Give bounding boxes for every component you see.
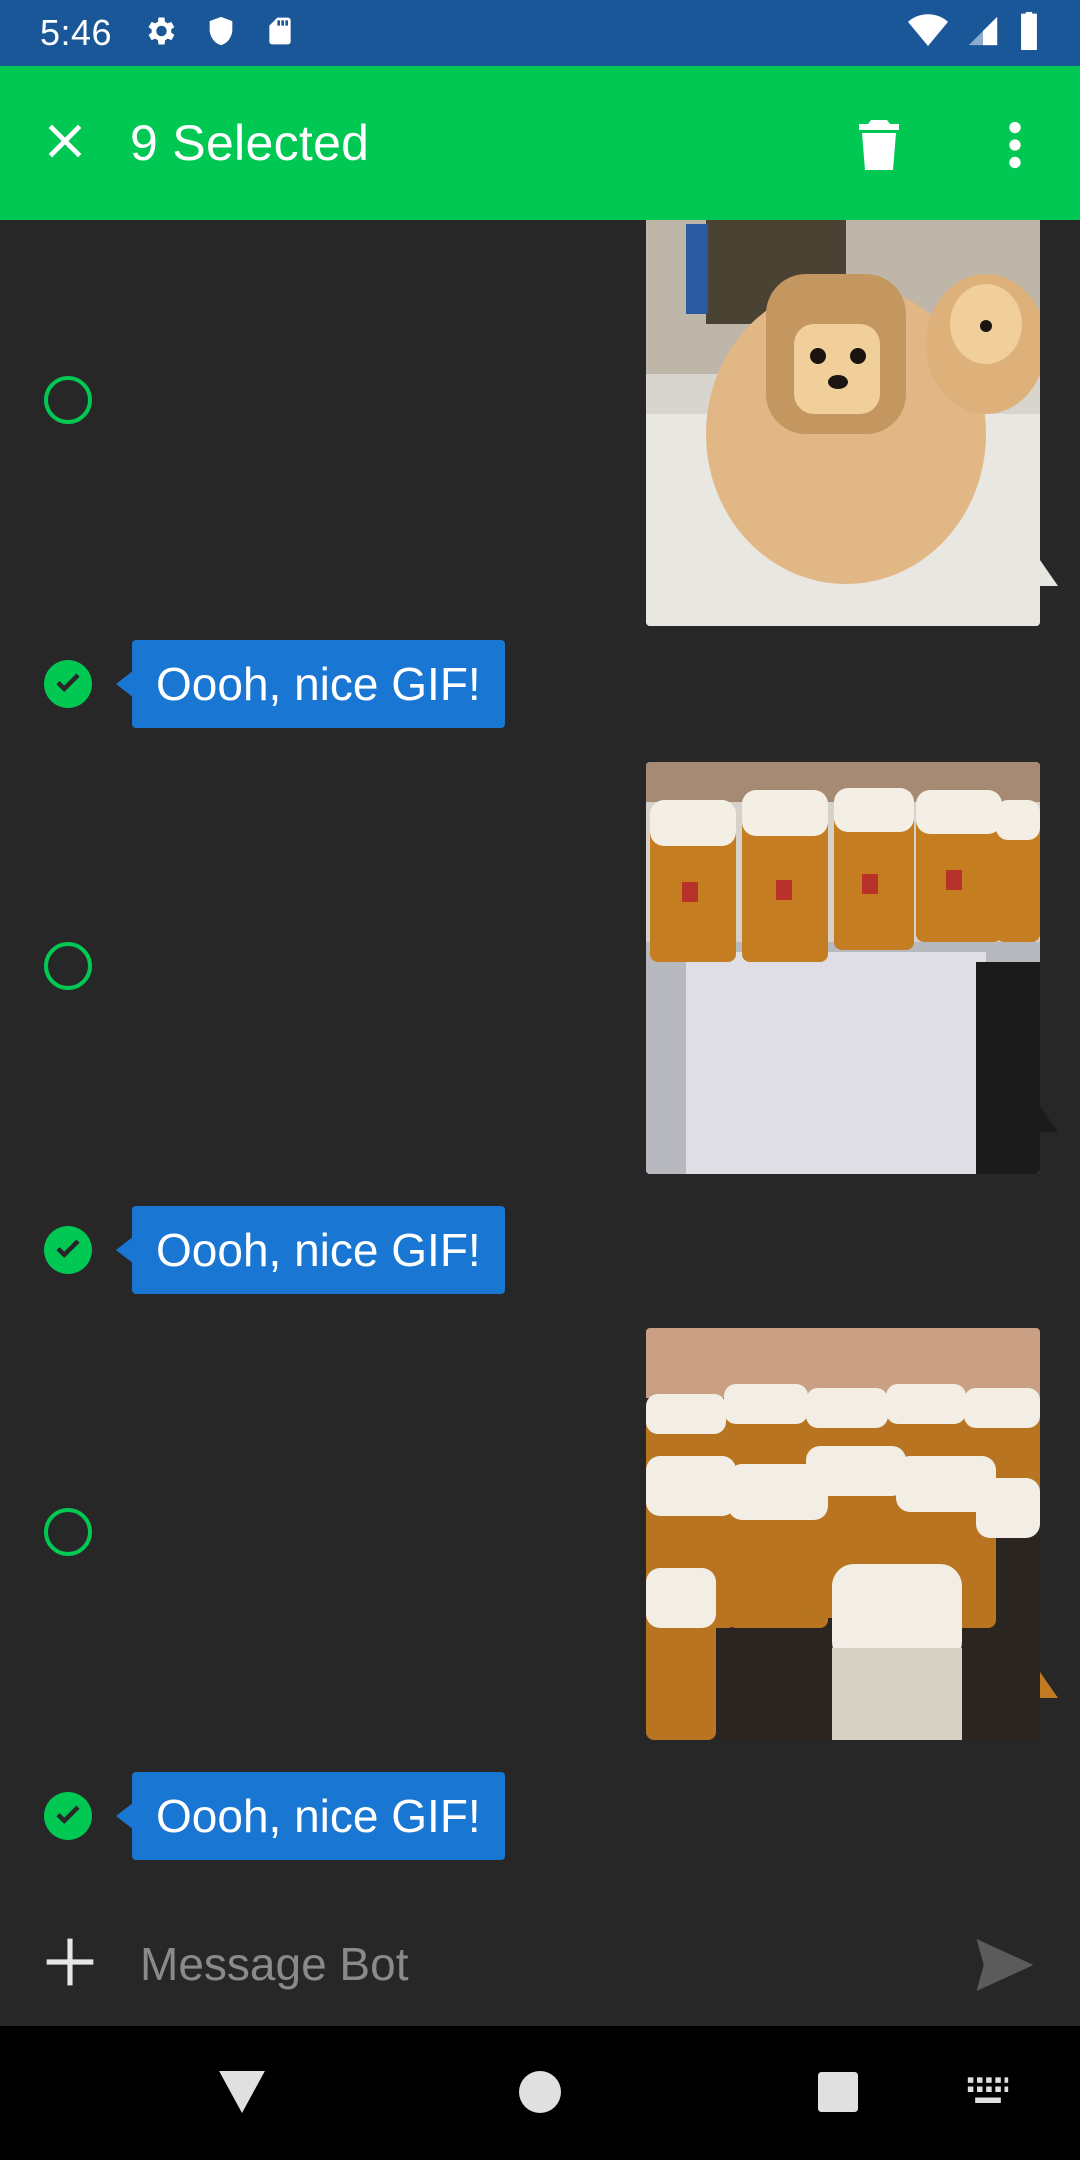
check-icon [53, 1799, 83, 1834]
status-right-icons [908, 11, 1040, 55]
gif-image-beer-tray [646, 1328, 1040, 1740]
shield-icon [204, 13, 238, 54]
gif-message-beer-waitress[interactable] [646, 762, 1040, 1174]
status-time: 5:46 [40, 12, 113, 53]
recents-button[interactable] [806, 2062, 870, 2126]
close-icon [43, 119, 87, 168]
status-left-icons [142, 13, 296, 54]
recents-icon [818, 2071, 858, 2117]
text-message-bubble[interactable]: Oooh, nice GIF! [132, 1772, 505, 1860]
selection-count-title: 9 Selected [130, 115, 370, 171]
gear-icon [142, 13, 178, 54]
message-text: Oooh, nice GIF! [156, 1224, 481, 1276]
gif-image-dog [646, 220, 1040, 626]
status-bar: 5:46 [0, 0, 1080, 66]
select-toggle-checked[interactable] [44, 1226, 92, 1274]
text-message-bubble[interactable]: Oooh, nice GIF! [132, 640, 505, 728]
plus-icon [42, 1934, 98, 1995]
more-options-button[interactable] [980, 112, 1050, 182]
select-toggle-unchecked[interactable] [44, 376, 92, 424]
check-icon [53, 1233, 83, 1268]
close-selection-button[interactable] [0, 66, 130, 220]
gif-message-dog[interactable] [646, 220, 1040, 626]
system-nav-bar [0, 2026, 1080, 2160]
check-icon [53, 667, 83, 702]
keyboard-icon [966, 2075, 1010, 2114]
selection-app-bar: 9 Selected [0, 66, 1080, 220]
cellular-signal-icon [966, 14, 1000, 53]
attach-button[interactable] [0, 1902, 140, 2026]
select-toggle-checked[interactable] [44, 660, 92, 708]
select-toggle-unchecked[interactable] [44, 942, 92, 990]
more-vert-icon [1008, 121, 1022, 174]
message-list[interactable]: Oooh, nice GIF! Oooh, nice GIF! Oooh, ni… [0, 220, 1080, 2028]
gif-bubble-tail [1040, 1106, 1058, 1132]
message-input[interactable] [140, 1937, 920, 1991]
send-button[interactable] [970, 1932, 1040, 2002]
compose-bar [0, 1902, 1080, 2026]
wifi-icon [908, 13, 948, 53]
gif-message-beer-tray[interactable] [646, 1328, 1040, 1740]
gif-bubble-tail [1040, 1672, 1058, 1698]
text-message-bubble[interactable]: Oooh, nice GIF! [132, 1206, 505, 1294]
gif-bubble-tail [1040, 560, 1058, 586]
message-text: Oooh, nice GIF! [156, 658, 481, 710]
sd-card-icon [264, 13, 296, 54]
delete-button[interactable] [844, 112, 914, 182]
select-toggle-unchecked[interactable] [44, 1508, 92, 1556]
back-button[interactable] [210, 2062, 274, 2126]
home-button[interactable] [508, 2062, 572, 2126]
gif-image-beer-waitress [646, 762, 1040, 1174]
home-icon [519, 2070, 561, 2118]
send-icon [976, 1938, 1034, 1996]
back-icon [219, 2070, 265, 2118]
keyboard-switch-button[interactable] [956, 2062, 1020, 2126]
trash-icon [859, 119, 899, 175]
select-toggle-checked[interactable] [44, 1792, 92, 1840]
battery-icon [1018, 11, 1040, 55]
message-text: Oooh, nice GIF! [156, 1790, 481, 1842]
